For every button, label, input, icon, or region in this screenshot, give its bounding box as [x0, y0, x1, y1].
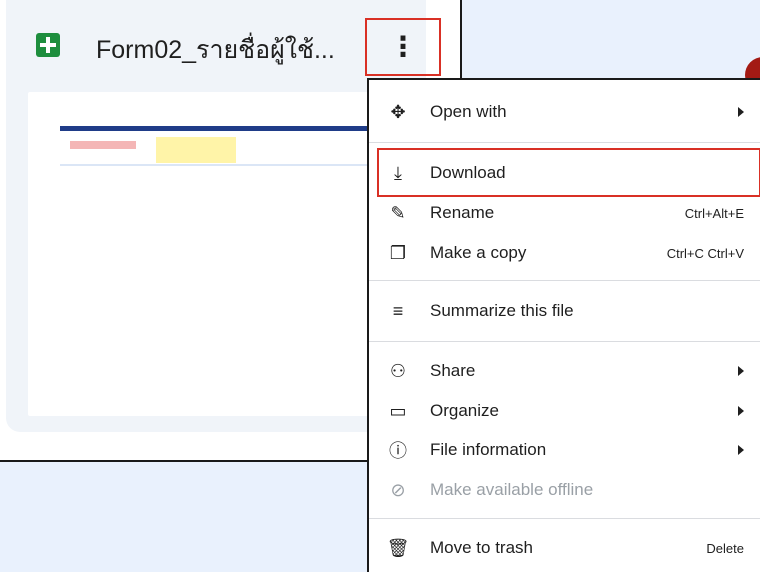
- menu-item-move-to-trash[interactable]: 🗑 Move to trash Delete: [369, 528, 760, 568]
- menu-item-download[interactable]: ⤓ Download: [369, 153, 760, 193]
- copy-icon: ❐: [389, 242, 407, 263]
- thumbnail-row-line: [60, 164, 390, 166]
- person-add-icon: ⚇: [389, 360, 407, 381]
- menu-item-label: Share: [430, 361, 476, 380]
- folder-icon: ▭: [389, 400, 407, 421]
- menu-divider: [369, 341, 760, 342]
- menu-item-summarize[interactable]: ≡ Summarize this file: [369, 291, 760, 331]
- file-title[interactable]: Form02_รายชื่อผู้ใช้...: [96, 30, 335, 70]
- trash-icon: 🗑: [386, 537, 410, 558]
- menu-item-share[interactable]: ⚇ Share: [369, 351, 760, 391]
- google-sheets-icon: [36, 33, 60, 57]
- thumbnail-cell-block: [70, 141, 136, 149]
- menu-item-make-copy[interactable]: ❐ Make a copy Ctrl+C Ctrl+V: [369, 233, 760, 273]
- menu-item-rename[interactable]: ✎ Rename Ctrl+Alt+E: [369, 193, 760, 233]
- more-actions-button[interactable]: ⋮: [365, 18, 441, 76]
- chevron-right-icon: [738, 366, 744, 376]
- menu-item-open-with[interactable]: ✥ Open with: [369, 92, 760, 132]
- menu-item-label: Open with: [430, 102, 507, 121]
- menu-item-label: Organize: [430, 401, 499, 420]
- menu-item-label: Rename: [430, 203, 495, 222]
- thumbnail-header-bar: [60, 126, 390, 131]
- menu-item-label: Make a copy: [430, 243, 527, 262]
- menu-item-offline: ⊘ Make available offline: [369, 470, 760, 510]
- move-arrows-icon: ✥: [390, 101, 406, 122]
- menu-item-file-information[interactable]: ⓘ File information: [369, 430, 760, 470]
- summarize-icon: ≡: [392, 300, 404, 321]
- download-icon: ⤓: [394, 162, 402, 183]
- menu-item-label: Make available offline: [430, 480, 594, 499]
- chevron-right-icon: [738, 107, 744, 117]
- offline-icon: ⊘: [390, 479, 406, 500]
- menu-item-label: Move to trash: [430, 538, 533, 557]
- file-card-header: Form02_รายชื่อผู้ใช้... ⋮: [6, 0, 441, 92]
- pencil-icon: ✎: [390, 202, 406, 223]
- menu-item-label: Summarize this file: [430, 301, 574, 320]
- menu-item-shortcut: Ctrl+C Ctrl+V: [666, 245, 744, 261]
- chevron-right-icon: [738, 445, 744, 455]
- chevron-right-icon: [738, 406, 744, 416]
- menu-item-label: Download: [430, 163, 506, 182]
- info-icon: ⓘ: [389, 441, 407, 461]
- menu-divider: [369, 518, 760, 519]
- menu-item-shortcut: Ctrl+Alt+E: [684, 205, 744, 221]
- more-vert-icon: ⋮: [389, 31, 417, 62]
- menu-divider: [369, 280, 760, 281]
- context-menu: ✥ Open with ⤓ Download ✎ Rename Ctrl+Alt…: [367, 78, 760, 572]
- thumbnail-table-block: [156, 137, 236, 163]
- file-card[interactable]: Form02_รายชื่อผู้ใช้... ⋮: [6, 0, 441, 432]
- menu-divider: [369, 142, 760, 143]
- menu-item-label: File information: [430, 440, 547, 459]
- menu-item-shortcut: Delete: [706, 540, 744, 556]
- menu-item-organize[interactable]: ▭ Organize: [369, 391, 760, 431]
